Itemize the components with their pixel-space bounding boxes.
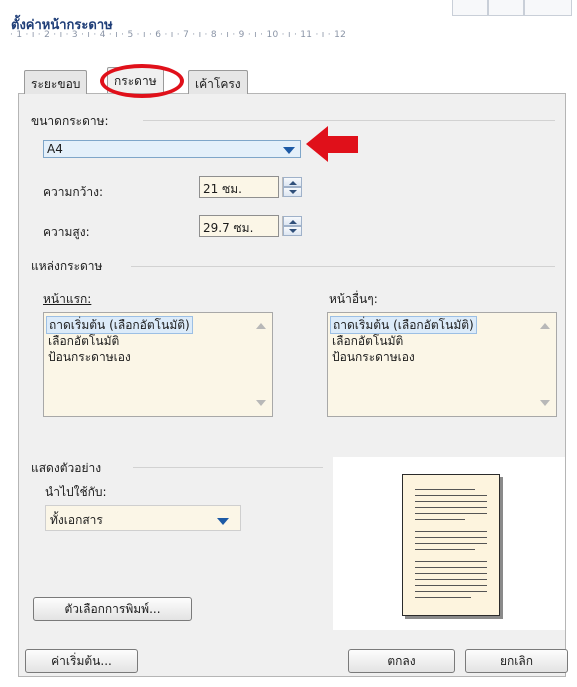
ruler: · 1 · ı · 2 · ı · 3 · ı · 4 · ı · 5 · ı … (10, 30, 347, 40)
first-page-list[interactable]: ถาดเริ่มต้น (เลือกอัตโนมัติ) เลือกอัตโนม… (43, 312, 273, 417)
apply-to-select[interactable]: ทั้งเอกสาร (45, 505, 241, 531)
scroll-down-icon[interactable] (256, 400, 266, 406)
list-item[interactable]: ป้อนกระดาษเอง (48, 349, 131, 365)
paper-size-select[interactable] (43, 140, 301, 158)
page-preview (402, 474, 500, 616)
paper-source-label: แหล่งกระดาษ (31, 259, 103, 273)
chevron-up-icon (289, 220, 297, 224)
scroll-down-icon[interactable] (540, 400, 550, 406)
default-button[interactable]: ค่าเริ่มต้น... (25, 649, 138, 673)
red-arrow-icon (306, 126, 328, 162)
width-field[interactable]: 21 ซม. (199, 176, 279, 198)
width-stepper[interactable] (282, 177, 302, 197)
minimize-button[interactable] (452, 0, 488, 16)
list-item[interactable]: ถาดเริ่มต้น (เลือกอัตโนมัติ) (46, 316, 193, 334)
scroll-up-icon[interactable] (256, 323, 266, 329)
paper-size-label: ขนาดกระดาษ: (31, 114, 109, 128)
width-value: 21 ซม. (203, 182, 242, 196)
other-pages-label: หน้าอื่นๆ: (329, 292, 378, 306)
chevron-up-icon (289, 181, 297, 185)
scroll-up-icon[interactable] (540, 323, 550, 329)
highlight-oval (100, 64, 184, 98)
chevron-down-icon (289, 229, 297, 233)
separator (143, 120, 555, 121)
tab-margins[interactable]: ระยะขอบ (24, 70, 88, 94)
height-stepper[interactable] (282, 216, 302, 236)
paper-size-value: A4 (47, 142, 63, 156)
separator (131, 266, 555, 267)
red-arrow-shaft (327, 136, 358, 153)
height-label: ความสูง: (43, 225, 90, 239)
maximize-button[interactable] (488, 0, 524, 16)
list-item[interactable]: ถาดเริ่มต้น (เลือกอัตโนมัติ) (330, 316, 477, 334)
window-controls (452, 0, 572, 18)
list-item[interactable]: เลือกอัตโนมัติ (48, 333, 119, 349)
list-item[interactable]: เลือกอัตโนมัติ (332, 333, 403, 349)
separator (133, 467, 323, 468)
cancel-button[interactable]: ยกเลิก (465, 649, 568, 673)
close-button[interactable] (524, 0, 572, 16)
chevron-down-icon (289, 190, 297, 194)
chevron-down-icon[interactable] (217, 518, 229, 525)
preview-label: แสดงตัวอย่าง (31, 461, 102, 475)
other-pages-list[interactable]: ถาดเริ่มต้น (เลือกอัตโนมัติ) เลือกอัตโนม… (327, 312, 557, 417)
list-item[interactable]: ป้อนกระดาษเอง (332, 349, 415, 365)
tab-layout[interactable]: เค้าโครง (188, 70, 248, 94)
width-label: ความกว้าง: (43, 185, 104, 199)
ok-button[interactable]: ตกลง (348, 649, 455, 673)
height-value: 29.7 ซม. (203, 221, 254, 235)
apply-to-label: นำไปใช้กับ: (45, 485, 107, 499)
first-page-label: หน้าแรก: (43, 292, 92, 306)
apply-to-value: ทั้งเอกสาร (50, 513, 103, 527)
height-field[interactable]: 29.7 ซม. (199, 215, 279, 237)
chevron-down-icon[interactable] (283, 147, 295, 154)
print-options-button[interactable]: ตัวเลือกการพิมพ์... (33, 597, 192, 621)
